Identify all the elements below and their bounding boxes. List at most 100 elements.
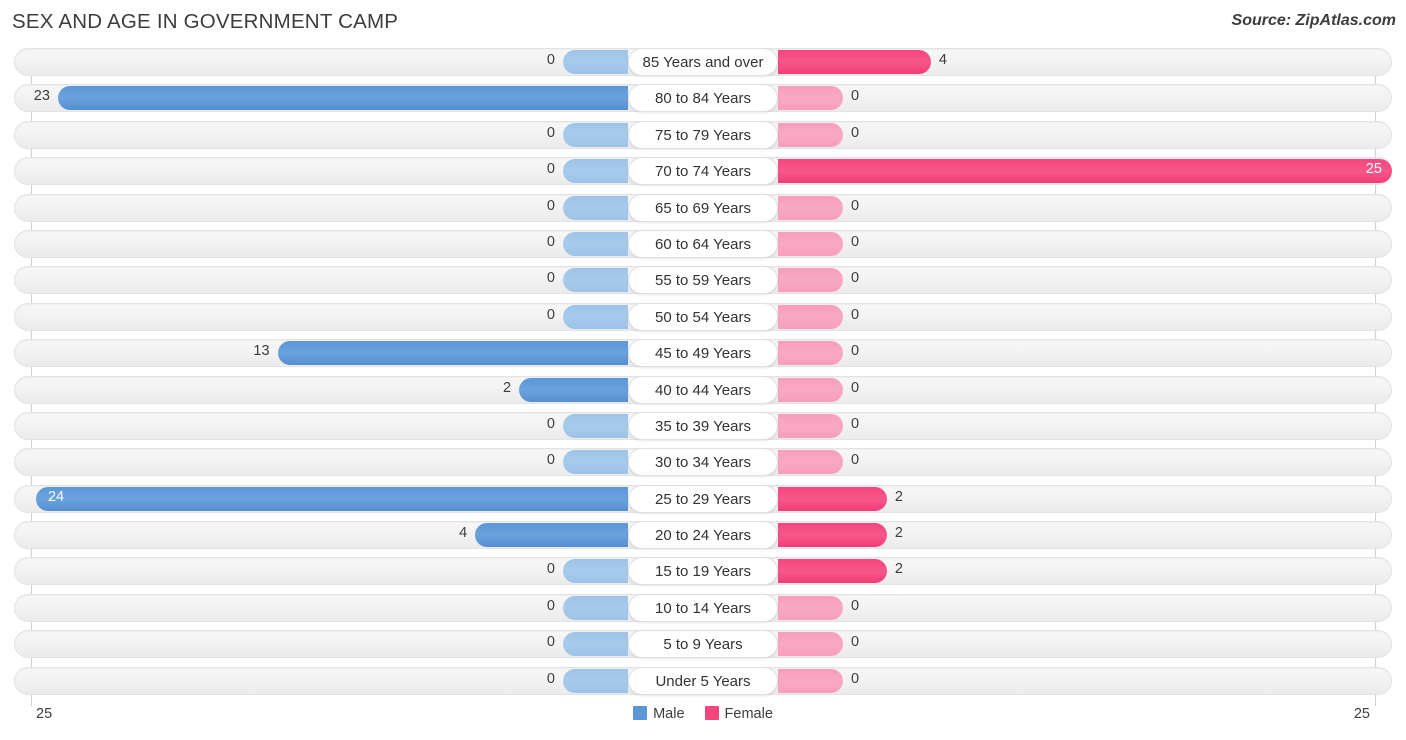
value-label-male: 4 bbox=[459, 525, 468, 542]
age-group-label: 70 to 74 Years bbox=[628, 157, 778, 186]
bar-female bbox=[778, 304, 843, 329]
value-label-male: 0 bbox=[546, 670, 555, 687]
age-group-label: 40 to 44 Years bbox=[628, 375, 778, 404]
age-group-label: 25 to 29 Years bbox=[628, 484, 778, 513]
chart-row: 0 0 65 to 69 Years bbox=[0, 192, 1406, 228]
value-label-female: 2 bbox=[894, 488, 903, 505]
bar-male bbox=[563, 559, 628, 584]
value-label-male: 0 bbox=[546, 270, 555, 287]
chart-row: 0 0 35 to 39 Years bbox=[0, 410, 1406, 446]
value-label-female: 0 bbox=[851, 88, 860, 105]
chart-row: 0 25 70 to 74 Years bbox=[0, 155, 1406, 191]
value-label-male: 0 bbox=[546, 52, 555, 68]
value-label-male: 23 bbox=[33, 88, 50, 105]
bar-male bbox=[563, 231, 628, 256]
legend-swatch-icon bbox=[704, 706, 719, 720]
age-group-label: 65 to 69 Years bbox=[628, 193, 778, 222]
value-label-female: 0 bbox=[851, 343, 860, 360]
value-label-male: 0 bbox=[546, 197, 555, 214]
bar-female bbox=[778, 86, 843, 111]
chart-row: 0 0 5 to 9 Years bbox=[0, 628, 1406, 664]
age-group-label: Under 5 Years bbox=[628, 666, 778, 695]
bar-male bbox=[35, 486, 628, 511]
bar-male bbox=[475, 523, 628, 548]
age-group-label: 20 to 24 Years bbox=[628, 521, 778, 550]
chart-row: 24 2 25 to 29 Years bbox=[0, 483, 1406, 519]
bar-male bbox=[563, 304, 628, 329]
value-label-male: 13 bbox=[253, 343, 270, 360]
bar-male bbox=[563, 450, 628, 475]
age-group-label: 15 to 19 Years bbox=[628, 557, 778, 586]
value-label-female: 0 bbox=[851, 379, 860, 396]
chart-row: 2 0 40 to 44 Years bbox=[0, 374, 1406, 410]
chart-row: 23 0 80 to 84 Years bbox=[0, 82, 1406, 118]
population-pyramid-plot: 0 4 85 Years and over 23 0 80 to 84 Years 0 0 75… bbox=[0, 46, 1406, 706]
chart-row: 0 0 75 to 79 Years bbox=[0, 119, 1406, 155]
chart-row: 4 2 20 to 24 Years bbox=[0, 519, 1406, 555]
legend-item-male[interactable]: Male bbox=[633, 706, 685, 722]
chart-row: 13 0 45 to 49 Years bbox=[0, 337, 1406, 373]
bar-female bbox=[778, 523, 887, 548]
age-group-label: 80 to 84 Years bbox=[628, 84, 778, 113]
bar-female bbox=[778, 377, 843, 402]
age-group-label: 85 Years and over bbox=[628, 48, 778, 76]
chart-header: SEX AND AGE IN GOVERNMENT CAMP Source: Z… bbox=[0, 0, 1406, 46]
bar-female bbox=[778, 50, 931, 74]
legend-label: Female bbox=[724, 706, 773, 722]
legend-item-female[interactable]: Female bbox=[704, 706, 773, 722]
bar-female bbox=[778, 341, 843, 366]
value-label-female: 0 bbox=[851, 415, 860, 432]
value-label-female: 2 bbox=[894, 561, 903, 578]
value-label-female: 0 bbox=[851, 452, 860, 469]
value-label-female: 25 bbox=[1365, 161, 1382, 178]
bar-female bbox=[778, 595, 843, 620]
value-label-male: 0 bbox=[546, 306, 555, 323]
chart-row: 0 0 30 to 34 Years bbox=[0, 446, 1406, 482]
bar-male bbox=[277, 341, 628, 366]
value-label-male: 0 bbox=[546, 634, 555, 651]
chart-row: 0 2 15 to 19 Years bbox=[0, 555, 1406, 591]
bar-male bbox=[563, 122, 628, 147]
bar-female bbox=[778, 632, 843, 657]
bar-female bbox=[778, 486, 887, 511]
bar-female bbox=[778, 159, 1392, 184]
chart-row: 0 0 50 to 54 Years bbox=[0, 301, 1406, 337]
bar-male bbox=[563, 413, 628, 438]
bar-female bbox=[778, 231, 843, 256]
bar-male bbox=[563, 159, 628, 184]
age-group-label: 60 to 64 Years bbox=[628, 229, 778, 258]
value-label-male: 0 bbox=[546, 161, 555, 178]
value-label-female: 0 bbox=[851, 306, 860, 323]
age-group-label: 55 to 59 Years bbox=[628, 266, 778, 295]
value-label-male: 0 bbox=[546, 124, 555, 141]
legend-swatch-icon bbox=[633, 706, 648, 720]
value-label-female: 0 bbox=[851, 670, 860, 687]
chart-footer: 25 25 Male Female bbox=[0, 700, 1406, 740]
bar-male bbox=[563, 668, 628, 693]
value-label-female: 0 bbox=[851, 597, 860, 614]
bar-female bbox=[778, 668, 843, 693]
value-label-male: 0 bbox=[546, 597, 555, 614]
chart-row: 0 0 60 to 64 Years bbox=[0, 228, 1406, 264]
value-label-female: 0 bbox=[851, 634, 860, 651]
value-label-female: 0 bbox=[851, 124, 860, 141]
age-group-label: 35 to 39 Years bbox=[628, 411, 778, 440]
bar-male bbox=[563, 268, 628, 293]
age-group-label: 75 to 79 Years bbox=[628, 120, 778, 149]
bar-male bbox=[563, 632, 628, 657]
age-group-label: 10 to 14 Years bbox=[628, 593, 778, 622]
source-attribution: Source: ZipAtlas.com bbox=[1231, 12, 1396, 29]
chart-rows: 0 4 85 Years and over 23 0 80 to 84 Years 0 0 75… bbox=[0, 46, 1406, 701]
bar-male bbox=[563, 595, 628, 620]
value-label-female: 0 bbox=[851, 233, 860, 250]
age-group-label: 5 to 9 Years bbox=[628, 630, 778, 659]
value-label-female: 0 bbox=[851, 270, 860, 287]
bar-female bbox=[778, 413, 843, 438]
value-label-male: 0 bbox=[546, 415, 555, 432]
chart-legend: Male Female bbox=[0, 706, 1406, 722]
age-group-label: 50 to 54 Years bbox=[628, 302, 778, 331]
age-group-label: 45 to 49 Years bbox=[628, 339, 778, 368]
chart-row: 0 0 55 to 59 Years bbox=[0, 264, 1406, 300]
bar-female bbox=[778, 195, 843, 220]
bar-male bbox=[563, 50, 628, 74]
